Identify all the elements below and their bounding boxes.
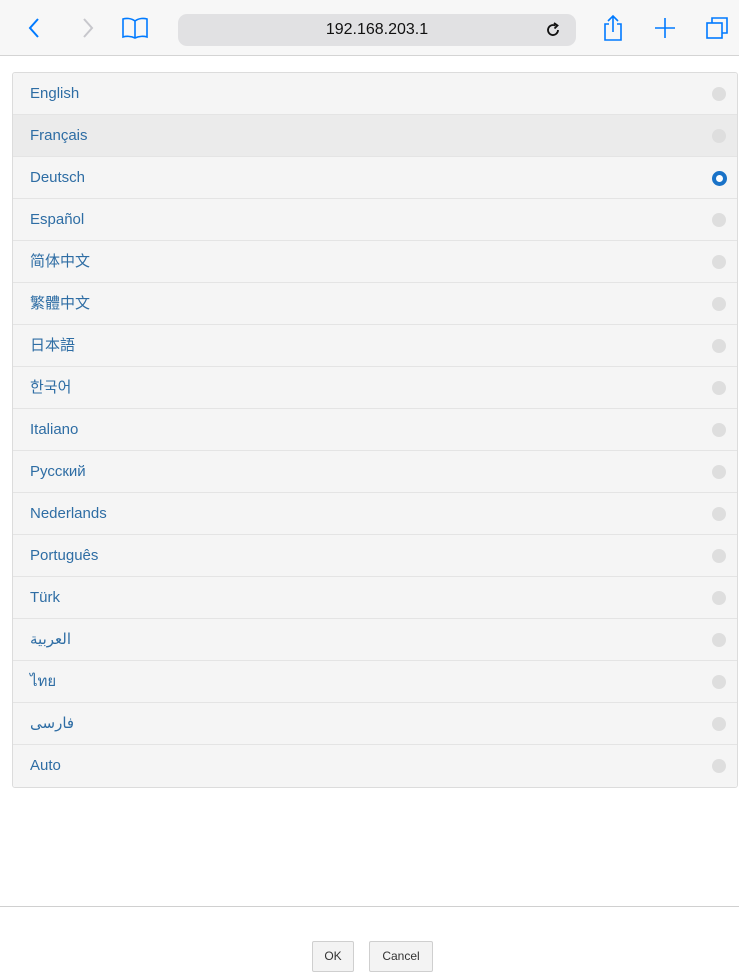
reload-icon[interactable] — [544, 21, 562, 44]
language-option[interactable]: Türk — [13, 577, 737, 619]
language-option[interactable]: فارسی — [13, 703, 737, 745]
language-label: Português — [30, 547, 99, 564]
radio-button[interactable] — [712, 87, 726, 101]
bookmarks-icon[interactable] — [120, 0, 150, 56]
language-label: Deutsch — [30, 169, 86, 186]
radio-button[interactable] — [712, 759, 726, 773]
radio-button[interactable] — [712, 129, 726, 143]
language-label: Italiano — [30, 421, 79, 438]
language-option[interactable]: Español — [13, 199, 737, 241]
language-option[interactable]: Français — [13, 115, 737, 157]
language-option[interactable]: Nederlands — [13, 493, 737, 535]
language-label: العربية — [30, 631, 71, 648]
language-label: فارسی — [30, 715, 75, 732]
browser-toolbar: 192.168.203.1 — [0, 0, 739, 56]
language-option[interactable]: ไทย — [13, 661, 737, 703]
language-option[interactable]: العربية — [13, 619, 737, 661]
language-option[interactable]: Deutsch — [13, 157, 737, 199]
radio-button[interactable] — [712, 255, 726, 269]
footer-divider — [0, 906, 739, 907]
back-icon[interactable] — [22, 0, 46, 56]
language-option[interactable]: Italiano — [13, 409, 737, 451]
forward-icon[interactable] — [76, 0, 100, 56]
language-label: English — [30, 85, 80, 102]
language-label: 简体中文 — [30, 253, 91, 270]
language-label: 日本語 — [30, 337, 76, 354]
radio-button[interactable] — [712, 675, 726, 689]
language-option[interactable]: Русский — [13, 451, 737, 493]
language-label: 繁體中文 — [30, 295, 91, 312]
radio-button[interactable] — [712, 339, 726, 353]
language-label: Nederlands — [30, 505, 107, 522]
radio-button[interactable] — [712, 633, 726, 647]
language-list: English Français Deutsch Español 简体中文繁體中文日本語… — [12, 72, 738, 788]
ok-button[interactable]: OK — [312, 941, 354, 972]
language-label: Türk — [30, 589, 60, 606]
radio-button-selected[interactable] — [712, 171, 727, 186]
language-option[interactable]: Auto — [13, 745, 737, 787]
language-label: Русский — [30, 463, 86, 480]
language-label: Auto — [30, 757, 61, 774]
url-text: 192.168.203.1 — [325, 21, 429, 38]
language-label: 한국어 — [30, 379, 72, 396]
radio-button[interactable] — [712, 549, 726, 563]
address-bar[interactable]: 192.168.203.1 — [178, 14, 576, 46]
cancel-button[interactable]: Cancel — [369, 941, 433, 972]
radio-button[interactable] — [712, 297, 726, 311]
new-tab-icon[interactable] — [652, 0, 678, 56]
radio-button[interactable] — [712, 213, 726, 227]
language-option[interactable]: 繁體中文 — [13, 283, 737, 325]
language-option[interactable]: English — [13, 73, 737, 115]
language-label: Français — [30, 127, 88, 144]
language-option[interactable]: 简体中文 — [13, 241, 737, 283]
radio-button[interactable] — [712, 717, 726, 731]
language-label: Español — [30, 211, 85, 228]
radio-button[interactable] — [712, 381, 726, 395]
language-option[interactable]: 日本語 — [13, 325, 737, 367]
radio-button[interactable] — [712, 507, 726, 521]
tabs-icon[interactable] — [704, 0, 730, 56]
language-option[interactable]: 한국어 — [13, 367, 737, 409]
radio-button[interactable] — [712, 465, 726, 479]
radio-button[interactable] — [712, 591, 726, 605]
language-label: ไทย — [30, 673, 57, 690]
share-icon[interactable] — [601, 0, 625, 56]
language-option[interactable]: Português — [13, 535, 737, 577]
radio-button[interactable] — [712, 423, 726, 437]
